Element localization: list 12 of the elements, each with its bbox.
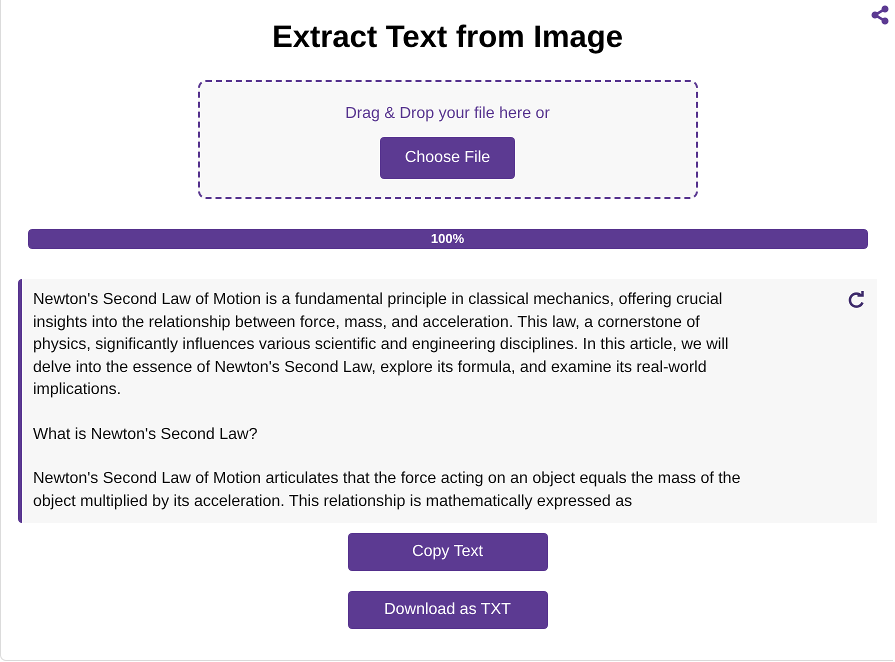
share-icon[interactable]: [870, 5, 890, 25]
result-paragraph: Newton's Second Law of Motion is a fundamental principle in classical mechanics, offering crucial insights into the relationship between force, mass, and acceleration. This law, a cornerstone of physics, significantly influences various scientific and engineering disciplines. In this article, we will delve into the essence of Newton's Second Law, explore its formula, and examine its real-world implications.: [33, 290, 730, 400]
download-button[interactable]: Download as TXT: [348, 591, 548, 629]
choose-file-button[interactable]: Choose File: [380, 137, 515, 179]
drop-zone[interactable]: Drag & Drop your file here or Choose File: [198, 80, 698, 199]
copy-text-button[interactable]: Copy Text: [348, 533, 548, 571]
drop-prompt: Drag & Drop your file here or: [345, 104, 550, 124]
result-paragraph: What is Newton's Second Law?: [33, 424, 258, 444]
progress-label: 100%: [430, 230, 466, 248]
page-title: Extract Text from Image: [272, 18, 623, 56]
refresh-icon[interactable]: [848, 291, 866, 309]
result-paragraph: Newton's Second Law of Motion articulates that the force acting on an object equals the mass of the object multiplied by its acceleration. This relationship is mathematically expressed as: [33, 469, 742, 512]
